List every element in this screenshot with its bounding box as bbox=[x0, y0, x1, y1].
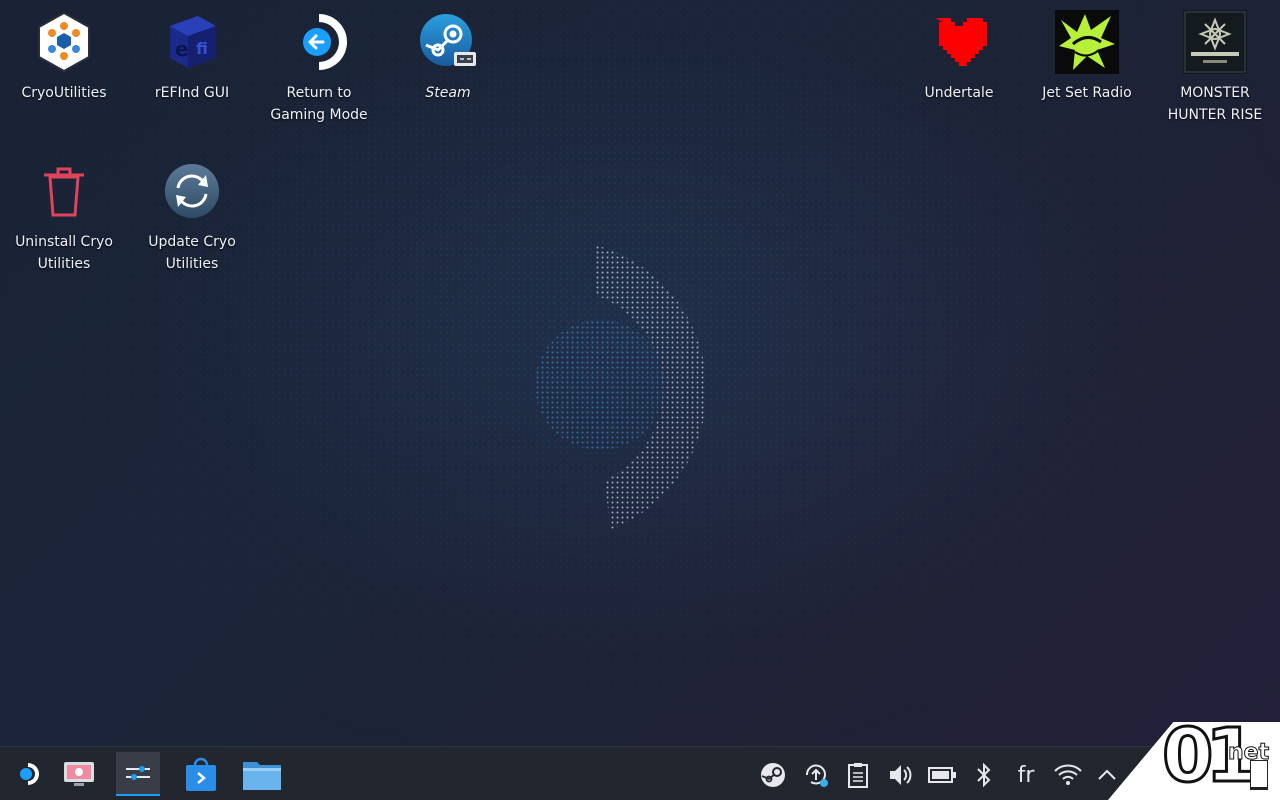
desktop-icon-jet-set-radio[interactable]: Jet Set Radio bbox=[1027, 10, 1147, 104]
refind-icon: e fi bbox=[160, 10, 224, 74]
desktop-icon-label: MONSTER HUNTER RISE bbox=[1167, 85, 1263, 123]
file-manager-icon[interactable] bbox=[240, 752, 284, 796]
desktop-icon-uninstall-cryo-utilities[interactable]: Uninstall Cryo Utilities bbox=[4, 159, 124, 275]
jet-set-radio-icon bbox=[1055, 10, 1119, 74]
monster-hunter-icon bbox=[1183, 10, 1247, 74]
cryoutilities-icon bbox=[32, 10, 96, 74]
clipboard-icon[interactable] bbox=[842, 759, 874, 791]
show-desktop-button[interactable] bbox=[1250, 760, 1268, 790]
desktop-icon-label: Undertale bbox=[924, 85, 994, 101]
desktop-icon-cryoutilities[interactable]: CryoUtilities bbox=[4, 10, 124, 104]
discover-store-icon[interactable] bbox=[179, 752, 223, 796]
return-arrow-icon bbox=[287, 10, 351, 74]
desktop-icon-update-cryo-utilities[interactable]: Update Cryo Utilities bbox=[132, 159, 252, 275]
volume-icon[interactable] bbox=[884, 759, 916, 791]
desktop-icon-label: rEFInd GUI bbox=[154, 85, 230, 101]
bluetooth-icon[interactable] bbox=[968, 759, 1000, 791]
desktop-icon-label: CryoUtilities bbox=[21, 85, 107, 101]
desktop-icon-refind-gui[interactable]: e fi rEFInd GUI bbox=[132, 10, 252, 104]
expand-tray-icon[interactable] bbox=[1091, 759, 1123, 791]
settings-icon[interactable] bbox=[116, 752, 160, 796]
desktop-icon-label: Uninstall Cryo Utilities bbox=[15, 234, 113, 272]
desktop-icon-label: Return to Gaming Mode bbox=[270, 85, 368, 123]
trash-icon bbox=[32, 159, 96, 223]
desktop: CryoUtilities e fi rEFInd GUI Return to … bbox=[0, 0, 1280, 746]
heart-icon bbox=[927, 10, 991, 74]
desktop-icon-undertale[interactable]: Undertale bbox=[899, 10, 1019, 104]
steam-icon bbox=[416, 10, 480, 74]
steamos-launcher-icon[interactable] bbox=[6, 752, 50, 796]
desktop-icon-label: Jet Set Radio bbox=[1042, 85, 1132, 101]
system-info-icon[interactable] bbox=[57, 752, 101, 796]
taskbar: fr bbox=[0, 746, 1280, 800]
desktop-icon-monster-hunter-rise[interactable]: MONSTER HUNTER RISE bbox=[1155, 10, 1275, 126]
battery-icon[interactable] bbox=[926, 759, 958, 791]
svg-text:fi: fi bbox=[196, 39, 208, 58]
refresh-icon bbox=[160, 159, 224, 223]
desktop-icon-return-gaming-mode[interactable]: Return to Gaming Mode bbox=[259, 10, 379, 126]
desktop-icon-label: Update Cryo Utilities bbox=[148, 234, 236, 272]
desktop-icon-steam[interactable]: Steam bbox=[388, 10, 508, 104]
desktop-icon-label: Steam bbox=[425, 85, 471, 101]
steamdeck-wallpaper-logo bbox=[535, 245, 707, 530]
svg-text:e: e bbox=[175, 37, 189, 61]
keyboard-layout-indicator[interactable]: fr bbox=[1010, 759, 1042, 791]
wifi-icon[interactable] bbox=[1052, 759, 1084, 791]
steam-tray-icon[interactable] bbox=[757, 759, 789, 791]
update-icon[interactable] bbox=[800, 759, 832, 791]
